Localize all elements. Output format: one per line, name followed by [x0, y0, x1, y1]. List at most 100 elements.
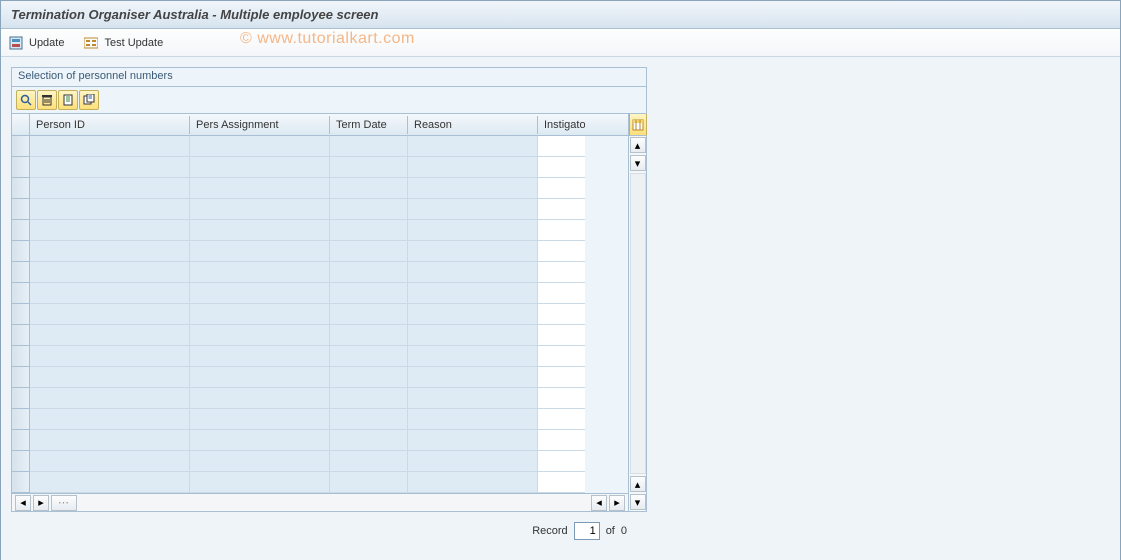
hscroll-right-end-button[interactable]: ▸ [609, 495, 625, 511]
cell-instigator[interactable] [538, 241, 585, 262]
cell-instigator[interactable] [538, 430, 585, 451]
cell-instigator[interactable] [538, 136, 585, 157]
cell-reason[interactable] [408, 388, 538, 409]
cell-instigator[interactable] [538, 472, 585, 493]
grid-search-button[interactable] [16, 90, 36, 110]
row-selector[interactable] [12, 430, 30, 451]
cell-reason[interactable] [408, 241, 538, 262]
vscroll-up-step-button[interactable]: ▴ [630, 476, 646, 492]
cell-term-date[interactable] [330, 178, 408, 199]
vscroll-up-button[interactable]: ▴ [630, 137, 646, 153]
cell-pers-assignment[interactable] [190, 199, 330, 220]
cell-instigator[interactable] [538, 262, 585, 283]
col-header-pers-assignment[interactable]: Pers Assignment [190, 116, 330, 134]
cell-pers-assignment[interactable] [190, 241, 330, 262]
cell-term-date[interactable] [330, 241, 408, 262]
record-number-input[interactable] [574, 522, 600, 540]
cell-person-id[interactable] [30, 241, 190, 262]
cell-person-id[interactable] [30, 262, 190, 283]
vscroll-track[interactable] [630, 173, 646, 474]
row-selector[interactable] [12, 262, 30, 283]
row-selector[interactable] [12, 388, 30, 409]
vscroll-down-button[interactable]: ▾ [630, 494, 646, 510]
row-selector[interactable] [12, 241, 30, 262]
vscroll-down-step-button[interactable]: ▾ [630, 155, 646, 171]
cell-instigator[interactable] [538, 388, 585, 409]
cell-pers-assignment[interactable] [190, 304, 330, 325]
cell-instigator[interactable] [538, 325, 585, 346]
cell-instigator[interactable] [538, 199, 585, 220]
cell-reason[interactable] [408, 472, 538, 493]
row-selector[interactable] [12, 199, 30, 220]
cell-reason[interactable] [408, 304, 538, 325]
row-selector[interactable] [12, 325, 30, 346]
row-selector[interactable] [12, 283, 30, 304]
cell-pers-assignment[interactable] [190, 157, 330, 178]
cell-term-date[interactable] [330, 409, 408, 430]
cell-instigator[interactable] [538, 178, 585, 199]
cell-term-date[interactable] [330, 199, 408, 220]
cell-person-id[interactable] [30, 409, 190, 430]
cell-person-id[interactable] [30, 451, 190, 472]
cell-pers-assignment[interactable] [190, 346, 330, 367]
cell-reason[interactable] [408, 430, 538, 451]
row-selector[interactable] [12, 220, 30, 241]
cell-person-id[interactable] [30, 178, 190, 199]
cell-term-date[interactable] [330, 451, 408, 472]
cell-pers-assignment[interactable] [190, 262, 330, 283]
cell-instigator[interactable] [538, 283, 585, 304]
row-selector[interactable] [12, 178, 30, 199]
cell-person-id[interactable] [30, 199, 190, 220]
cell-reason[interactable] [408, 136, 538, 157]
cell-person-id[interactable] [30, 157, 190, 178]
cell-reason[interactable] [408, 409, 538, 430]
cell-pers-assignment[interactable] [190, 367, 330, 388]
cell-term-date[interactable] [330, 346, 408, 367]
cell-pers-assignment[interactable] [190, 388, 330, 409]
cell-pers-assignment[interactable] [190, 178, 330, 199]
cell-person-id[interactable] [30, 472, 190, 493]
cell-reason[interactable] [408, 262, 538, 283]
cell-person-id[interactable] [30, 346, 190, 367]
cell-instigator[interactable] [538, 367, 585, 388]
col-header-reason[interactable]: Reason [408, 116, 538, 134]
grid-delete-button[interactable] [37, 90, 57, 110]
cell-term-date[interactable] [330, 262, 408, 283]
cell-instigator[interactable] [538, 409, 585, 430]
row-selector[interactable] [12, 367, 30, 388]
cell-reason[interactable] [408, 199, 538, 220]
hscroll-left-button[interactable]: ◂ [15, 495, 31, 511]
grid-copy-button[interactable] [58, 90, 78, 110]
cell-instigator[interactable] [538, 346, 585, 367]
cell-pers-assignment[interactable] [190, 325, 330, 346]
cell-person-id[interactable] [30, 304, 190, 325]
cell-reason[interactable] [408, 220, 538, 241]
row-selector[interactable] [12, 409, 30, 430]
cell-term-date[interactable] [330, 136, 408, 157]
cell-pers-assignment[interactable] [190, 220, 330, 241]
cell-instigator[interactable] [538, 304, 585, 325]
row-selector[interactable] [12, 136, 30, 157]
cell-term-date[interactable] [330, 472, 408, 493]
row-selector[interactable] [12, 346, 30, 367]
grid-duplicate-button[interactable] [79, 90, 99, 110]
grid-settings-button[interactable] [629, 114, 647, 136]
cell-term-date[interactable] [330, 367, 408, 388]
cell-reason[interactable] [408, 325, 538, 346]
col-header-term-date[interactable]: Term Date [330, 116, 408, 134]
cell-pers-assignment[interactable] [190, 430, 330, 451]
cell-pers-assignment[interactable] [190, 451, 330, 472]
cell-term-date[interactable] [330, 283, 408, 304]
cell-term-date[interactable] [330, 157, 408, 178]
hscroll-left-end-button[interactable]: ◂ [591, 495, 607, 511]
row-selector[interactable] [12, 304, 30, 325]
hscroll-thumb[interactable]: ⋯ [51, 495, 77, 511]
cell-reason[interactable] [408, 283, 538, 304]
cell-person-id[interactable] [30, 136, 190, 157]
cell-person-id[interactable] [30, 430, 190, 451]
cell-pers-assignment[interactable] [190, 136, 330, 157]
cell-person-id[interactable] [30, 325, 190, 346]
cell-pers-assignment[interactable] [190, 409, 330, 430]
cell-reason[interactable] [408, 157, 538, 178]
cell-term-date[interactable] [330, 430, 408, 451]
